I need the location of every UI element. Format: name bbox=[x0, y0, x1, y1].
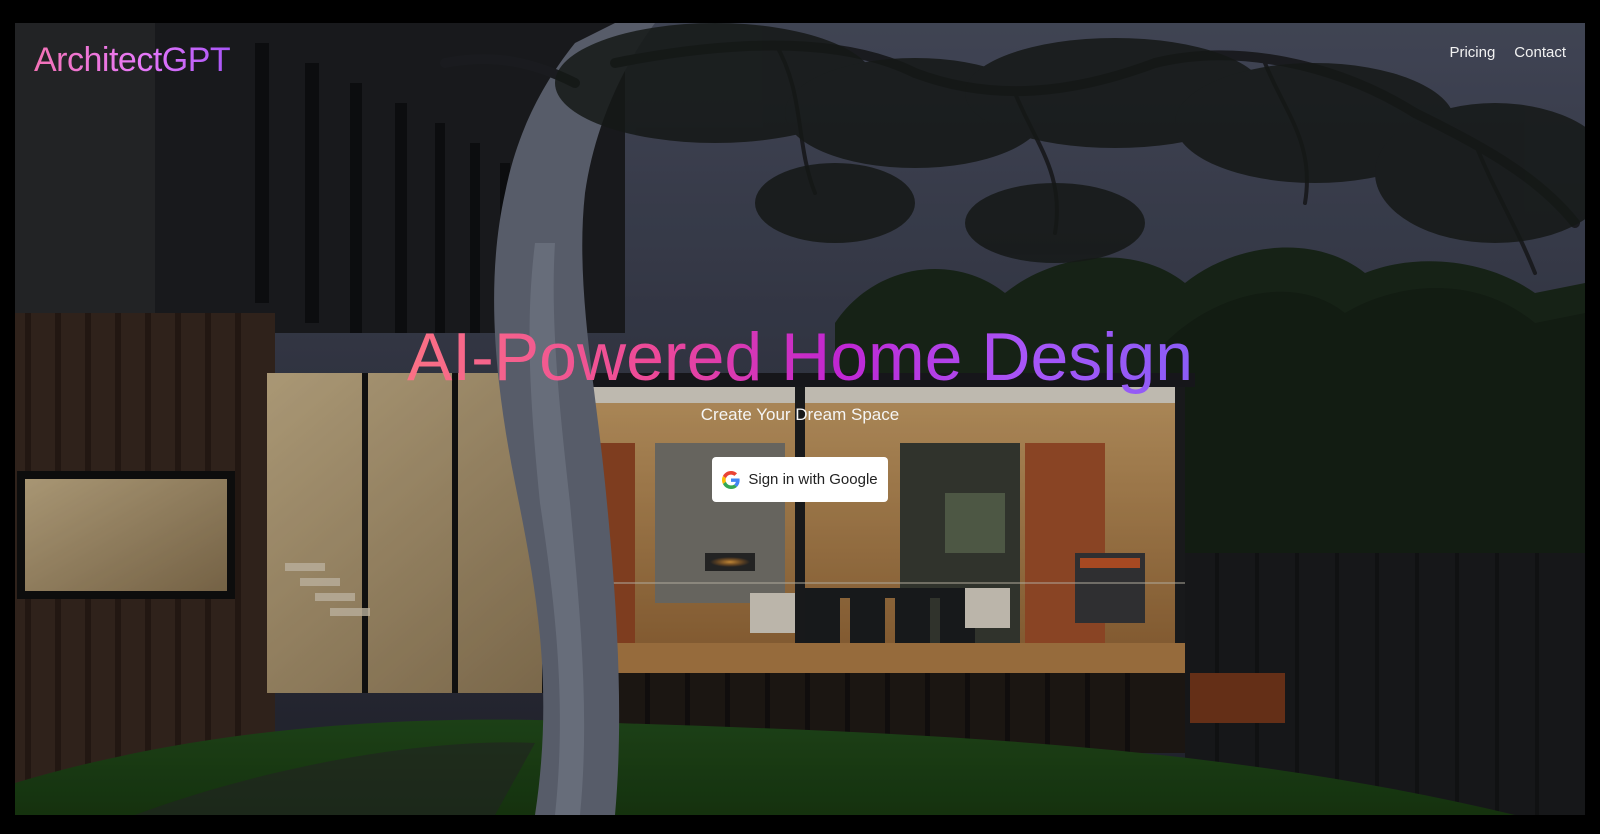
nav-link-pricing[interactable]: Pricing bbox=[1449, 42, 1495, 64]
top-nav: Pricing Contact bbox=[1449, 42, 1566, 64]
brand-logo[interactable]: ArchitectGPT bbox=[34, 38, 231, 82]
google-g-icon bbox=[722, 470, 740, 489]
hero-headline: AI-Powered Home Design bbox=[15, 319, 1585, 395]
hero-headline-text: AI-Powered Home Design bbox=[406, 319, 1194, 395]
hero-subtitle: Create Your Dream Space bbox=[700, 405, 900, 424]
sign-in-with-google-button[interactable]: Sign in with Google bbox=[712, 457, 888, 502]
hero-section: ArchitectGPT Pricing Contact AI-Powered … bbox=[15, 23, 1585, 815]
nav-link-contact[interactable]: Contact bbox=[1514, 42, 1566, 64]
sign-in-button-label: Sign in with Google bbox=[748, 471, 878, 488]
